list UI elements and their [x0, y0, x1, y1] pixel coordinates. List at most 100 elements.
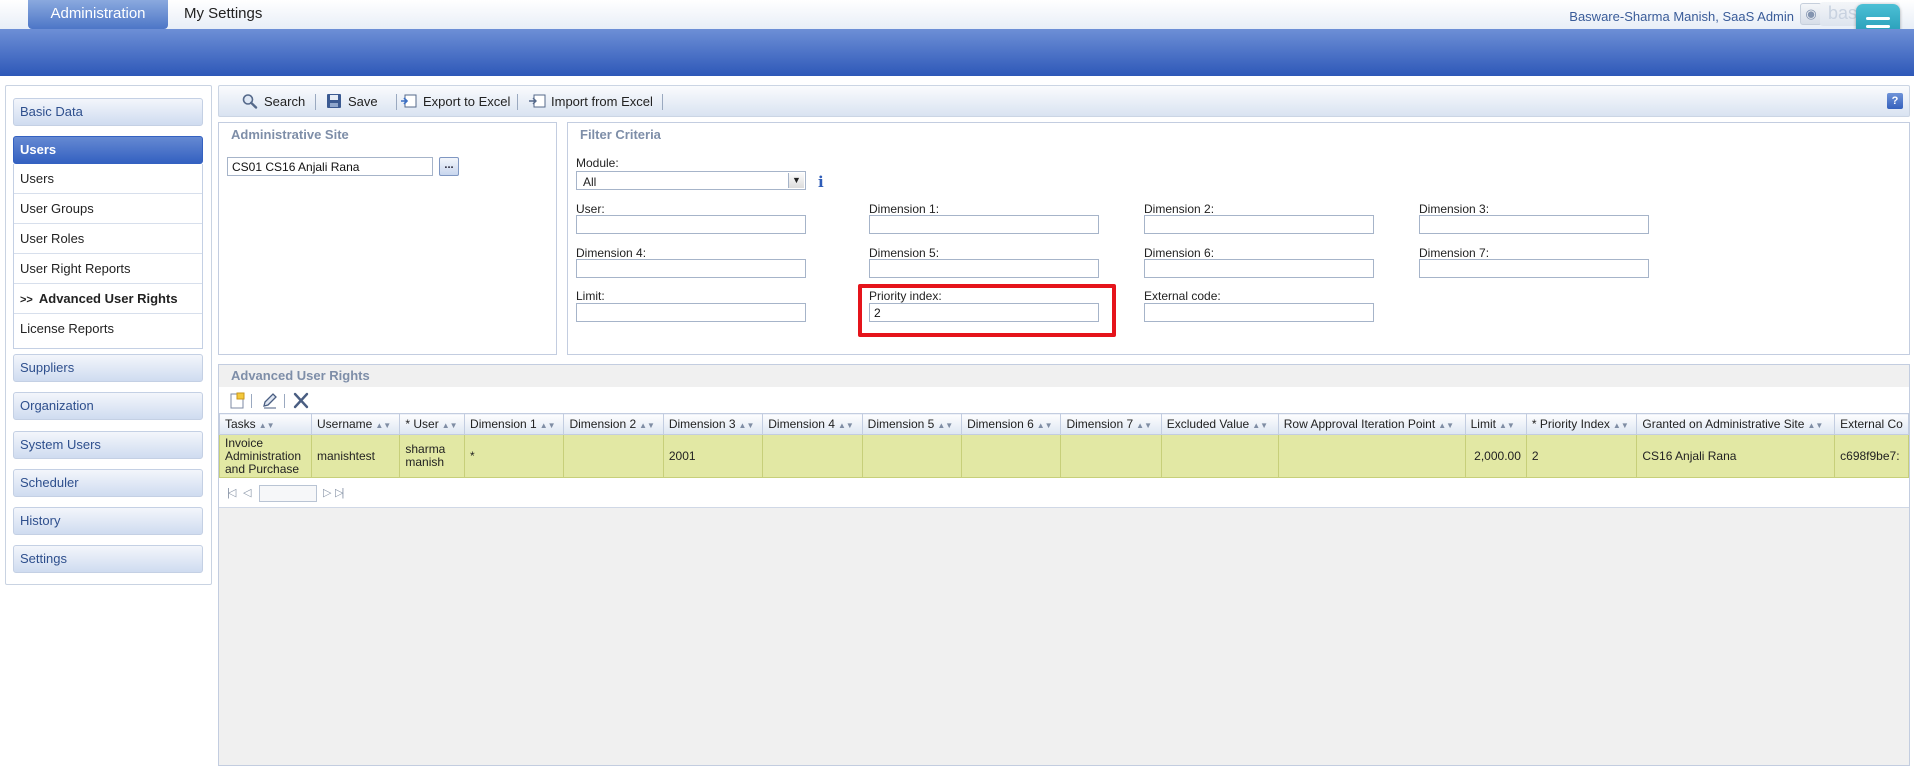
dimension-7-input[interactable] [1419, 259, 1649, 278]
sort-icon[interactable]: ▲▼ [639, 421, 655, 430]
sidebar-item-user-roles[interactable]: User Roles [14, 224, 202, 254]
column-header[interactable]: Excluded Value ▲▼ [1160, 413, 1279, 435]
sidebar-group-system-users[interactable]: System Users [13, 431, 203, 459]
dimension-5-input[interactable] [869, 259, 1099, 278]
sort-icon[interactable]: ▲▼ [1613, 421, 1629, 430]
table-cell: * [464, 434, 565, 478]
table-cell [1060, 434, 1162, 478]
sort-icon[interactable]: ▲▼ [442, 421, 458, 430]
sidebar-group-scheduler[interactable]: Scheduler [13, 469, 203, 497]
column-header[interactable]: * User ▲▼ [399, 413, 466, 435]
column-header[interactable]: Dimension 2 ▲▼ [563, 413, 664, 435]
column-header[interactable]: Dimension 1 ▲▼ [464, 413, 565, 435]
module-label: Module: [576, 156, 619, 170]
sidebar-item-advanced-user-rights[interactable]: >> Advanced User Rights [14, 284, 202, 314]
limit-input[interactable] [576, 303, 806, 322]
external-code-input[interactable] [1144, 303, 1374, 322]
search-label: Search [264, 94, 306, 109]
edit-icon[interactable] [261, 392, 279, 409]
column-header[interactable]: External Co [1834, 413, 1909, 435]
table-cell [563, 434, 664, 478]
column-header[interactable]: Dimension 6 ▲▼ [961, 413, 1062, 435]
sidebar-item-label: Advanced User Rights [38, 291, 178, 306]
column-header[interactable]: Username ▲▼ [310, 413, 401, 435]
dimension-6-label: Dimension 6: [1144, 246, 1215, 260]
sidebar-group-basic-data[interactable]: Basic Data [13, 98, 203, 126]
new-row-icon[interactable] [228, 392, 246, 409]
dimension-1-input[interactable] [869, 215, 1099, 234]
prev-page-icon[interactable]: ◁ [243, 486, 252, 499]
sort-icon[interactable]: ▲▼ [937, 421, 953, 430]
sort-icon[interactable]: ▲▼ [375, 421, 391, 430]
sort-icon[interactable]: ▲▼ [1438, 421, 1454, 430]
sort-icon[interactable]: ▲▼ [1499, 421, 1515, 430]
column-header[interactable]: Limit ▲▼ [1464, 413, 1527, 435]
sidebar-group-organization[interactable]: Organization [13, 392, 203, 420]
column-header[interactable]: Tasks ▲▼ [219, 413, 312, 435]
current-user-label: Basware-Sharma Manish, SaaS Admin [1569, 9, 1794, 24]
search-button[interactable]: Search [241, 92, 305, 112]
table-cell [861, 434, 963, 478]
page-number-input[interactable] [259, 485, 317, 502]
site-browse-button[interactable]: ... [439, 157, 459, 176]
sidebar-group-settings[interactable]: Settings [13, 545, 203, 573]
sort-icon[interactable]: ▲▼ [259, 421, 275, 430]
column-header-label: Dimension 4 [768, 417, 835, 431]
sidebar-group-history[interactable]: History [13, 507, 203, 535]
toolbar-separator [662, 94, 663, 110]
tab-my-settings[interactable]: My Settings [184, 0, 262, 29]
help-icon[interactable]: ? [1887, 93, 1903, 109]
next-page-icon[interactable]: ▷ [323, 486, 332, 499]
user-input[interactable] [576, 215, 806, 234]
sidebar: Basic Data Users Users User Groups User … [5, 85, 212, 585]
column-header[interactable]: Granted on Administrative Site ▲▼ [1636, 413, 1836, 435]
sort-icon[interactable]: ▲▼ [739, 421, 755, 430]
import-from-excel-button[interactable]: Import from Excel [528, 92, 653, 112]
panel-title: Advanced User Rights [231, 368, 370, 383]
sort-icon[interactable]: ▲▼ [1136, 421, 1152, 430]
logout-icon[interactable]: ◉ [1800, 3, 1822, 25]
delete-icon[interactable] [292, 392, 310, 409]
sidebar-group-users[interactable]: Users [13, 136, 203, 164]
administrative-site-input[interactable] [227, 157, 433, 176]
save-button[interactable]: Save [325, 92, 378, 112]
chevron-down-icon[interactable]: ▼ [788, 173, 804, 188]
column-header-label: Dimension 2 [569, 417, 637, 431]
filter-criteria-panel: Filter Criteria Module: All ▼ i User: Di… [567, 122, 1910, 355]
column-header[interactable]: * Priority Index ▲▼ [1525, 413, 1638, 435]
column-header[interactable]: Dimension 7 ▲▼ [1060, 413, 1162, 435]
module-selected-value: All [583, 175, 597, 189]
highlight-annotation [858, 284, 1116, 337]
toolbar-separator [315, 94, 316, 110]
sidebar-item-users[interactable]: Users [14, 164, 202, 194]
export-to-excel-button[interactable]: Export to Excel [400, 92, 510, 112]
info-icon[interactable]: i [818, 173, 824, 191]
tab-administration[interactable]: Administration [28, 0, 168, 29]
sort-icon[interactable]: ▲▼ [1252, 421, 1268, 430]
column-header[interactable]: Row Approval Iteration Point ▲▼ [1277, 413, 1466, 435]
dimension-2-input[interactable] [1144, 215, 1374, 234]
sidebar-item-license-reports[interactable]: License Reports [14, 314, 202, 344]
search-icon [242, 94, 258, 109]
dimension-3-input[interactable] [1419, 215, 1649, 234]
table-row[interactable]: Invoice Administration and Purchase manis… [219, 434, 1909, 478]
last-page-icon[interactable]: ▷| [335, 486, 344, 499]
dimension-4-input[interactable] [576, 259, 806, 278]
table-cell: CS16 Anjali Rana [1636, 434, 1836, 478]
sidebar-item-user-right-reports[interactable]: User Right Reports [14, 254, 202, 284]
module-select[interactable]: All ▼ [576, 171, 806, 190]
sidebar-item-user-groups[interactable]: User Groups [14, 194, 202, 224]
column-header[interactable]: Dimension 3 ▲▼ [662, 413, 764, 435]
first-page-icon[interactable]: |◁ [227, 486, 236, 499]
sidebar-group-suppliers[interactable]: Suppliers [13, 354, 203, 382]
sort-icon[interactable]: ▲▼ [838, 421, 854, 430]
sort-icon[interactable]: ▲▼ [1037, 421, 1053, 430]
table-cell: 2 [1525, 434, 1638, 478]
sort-icon[interactable]: ▲▼ [540, 421, 556, 430]
column-header-label: Dimension 5 [867, 417, 935, 431]
sort-icon[interactable]: ▲▼ [1807, 421, 1823, 430]
column-header[interactable]: Dimension 4 ▲▼ [762, 413, 863, 435]
column-header[interactable]: Dimension 5 ▲▼ [861, 413, 963, 435]
dimension-6-input[interactable] [1144, 259, 1374, 278]
external-code-label: External code: [1144, 289, 1221, 303]
